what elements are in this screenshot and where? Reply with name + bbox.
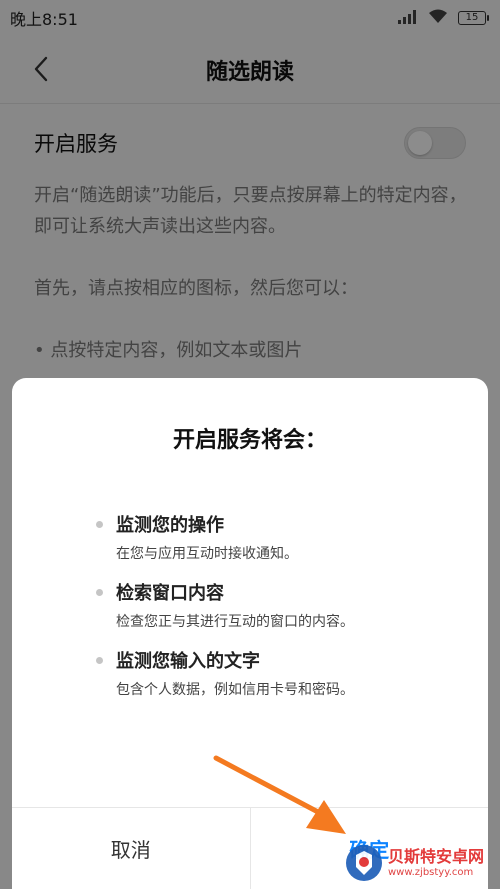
permission-item: 监测您输入的文字 包含个人数据，例如信用卡号和密码。 (96, 648, 416, 702)
watermark-logo-icon (346, 845, 382, 881)
bullet-dot-icon (96, 589, 103, 596)
watermark: 贝斯特安卓网 www.zjbstyy.com (344, 841, 496, 885)
permission-desc: 包含个人数据，例如信用卡号和密码。 (116, 682, 354, 698)
permission-list: 监测您的操作 在您与应用互动时接收通知。 检索窗口内容 检查您正与其进行互动的窗… (96, 512, 416, 716)
permission-desc: 检查您正与其进行互动的窗口的内容。 (116, 614, 354, 630)
permission-title: 检索窗口内容 (116, 583, 224, 604)
permission-item: 检索窗口内容 检查您正与其进行互动的窗口的内容。 (96, 580, 416, 634)
watermark-name: 贝斯特安卓网 (388, 846, 485, 866)
watermark-url: www.zjbstyy.com (388, 866, 474, 878)
permission-title: 监测您输入的文字 (116, 651, 260, 672)
cancel-button[interactable]: 取消 (12, 808, 251, 889)
dialog-title: 开启服务将会： (172, 428, 327, 453)
bullet-dot-icon (96, 657, 103, 664)
bullet-dot-icon (96, 521, 103, 528)
permission-title: 监测您的操作 (116, 515, 224, 536)
permission-desc: 在您与应用互动时接收通知。 (116, 546, 298, 562)
watermark-text: 贝斯特安卓网 www.zjbstyy.com (388, 846, 485, 878)
permission-item: 监测您的操作 在您与应用互动时接收通知。 (96, 512, 416, 566)
permission-dialog: 开启服务将会： 监测您的操作 在您与应用互动时接收通知。 检索窗口内容 检查您正… (12, 378, 488, 889)
